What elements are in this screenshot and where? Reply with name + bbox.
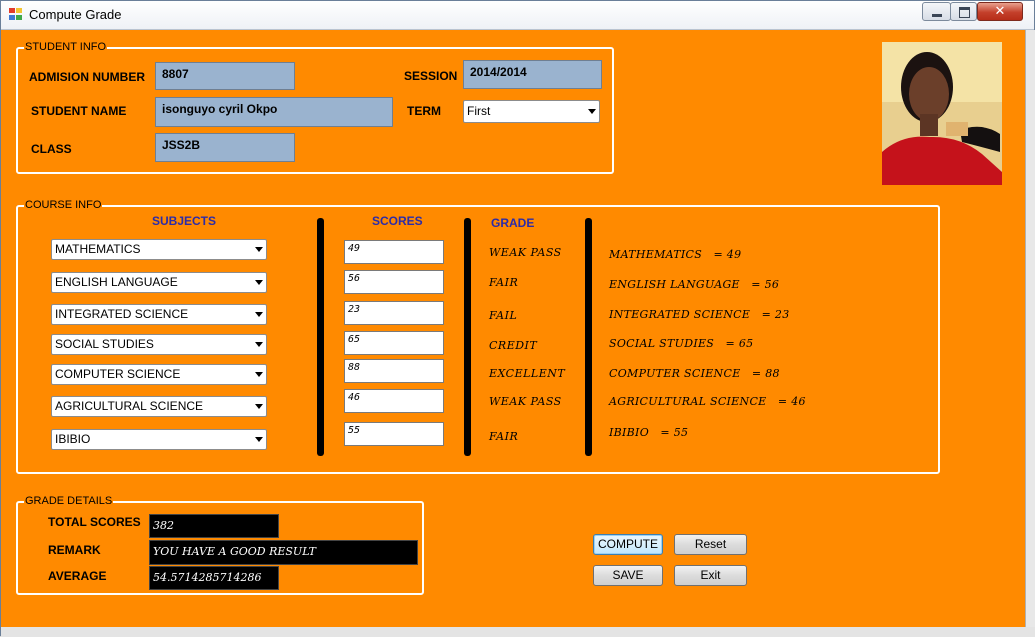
- score-input[interactable]: 46: [344, 389, 444, 413]
- column-divider: [464, 218, 471, 456]
- minimize-icon[interactable]: [922, 2, 951, 21]
- chevron-down-icon: [255, 312, 263, 317]
- chevron-down-icon: [255, 280, 263, 285]
- grade-details-legend: GRADE DETAILS: [25, 495, 113, 507]
- score-input[interactable]: 88: [344, 359, 444, 383]
- subject-selected-value: SOCIAL STUDIES: [55, 337, 154, 351]
- grade-value: FAIL: [489, 309, 518, 322]
- close-icon[interactable]: ✕: [977, 2, 1023, 21]
- student-photo-image: [882, 42, 1002, 185]
- admission-number-label: ADMISION NUMBER: [29, 70, 145, 84]
- class-field[interactable]: JSS2B: [155, 133, 295, 162]
- session-field[interactable]: 2014/2014: [463, 60, 602, 89]
- exit-button[interactable]: Exit: [674, 565, 747, 586]
- student-name-field[interactable]: isonguyo cyril Okpo: [155, 97, 393, 127]
- compute-grade-window: Compute Grade ✕ STUDENT INFO ADMISION NU…: [0, 0, 1035, 637]
- chevron-down-icon: [255, 342, 263, 347]
- session-label: SESSION: [404, 69, 458, 83]
- column-divider: [317, 218, 324, 456]
- scores-header: SCORES: [372, 214, 423, 228]
- score-input[interactable]: 23: [344, 301, 444, 325]
- grade-value: WEAK PASS: [489, 246, 562, 259]
- chevron-down-icon: [255, 437, 263, 442]
- score-summary: COMPUTER SCIENCE = 88: [609, 367, 780, 380]
- score-summary: INTEGRATED SCIENCE = 23: [609, 308, 790, 321]
- average-label: AVERAGE: [48, 569, 107, 583]
- score-summary: AGRICULTURAL SCIENCE = 46: [609, 395, 806, 408]
- score-summary: MATHEMATICS = 49: [609, 248, 742, 261]
- total-scores-field[interactable]: 382: [149, 514, 279, 538]
- chevron-down-icon: [255, 372, 263, 377]
- total-scores-label: TOTAL SCORES: [48, 515, 141, 529]
- grade-value: CREDIT: [489, 339, 538, 352]
- student-photo: [882, 42, 1002, 185]
- subject-selected-value: ENGLISH LANGUAGE: [55, 275, 178, 289]
- subject-selected-value: IBIBIO: [55, 432, 91, 446]
- subject-dropdown[interactable]: INTEGRATED SCIENCE: [51, 304, 267, 325]
- grade-value: FAIR: [489, 430, 519, 443]
- score-input[interactable]: 55: [344, 422, 444, 446]
- grade-value: EXCELLENT: [489, 367, 566, 380]
- term-selected-value: First: [467, 104, 491, 118]
- subject-dropdown[interactable]: SOCIAL STUDIES: [51, 334, 267, 355]
- remark-field[interactable]: YOU HAVE A GOOD RESULT: [149, 540, 418, 565]
- subject-dropdown[interactable]: AGRICULTURAL SCIENCE: [51, 396, 267, 417]
- score-summary: ENGLISH LANGUAGE = 56: [609, 278, 780, 291]
- remark-label: REMARK: [48, 543, 101, 557]
- maximize-icon[interactable]: [950, 2, 977, 21]
- average-field[interactable]: 54.5714285714286: [149, 566, 279, 590]
- subject-dropdown[interactable]: MATHEMATICS: [51, 239, 267, 260]
- background-window-edge: [1025, 30, 1035, 627]
- score-input[interactable]: 56: [344, 270, 444, 294]
- app-icon: [9, 8, 23, 21]
- subject-dropdown[interactable]: IBIBIO: [51, 429, 267, 450]
- compute-button[interactable]: COMPUTE: [593, 534, 663, 555]
- subject-selected-value: AGRICULTURAL SCIENCE: [55, 399, 204, 413]
- save-button[interactable]: SAVE: [593, 565, 663, 586]
- admission-number-field[interactable]: 8807: [155, 62, 295, 90]
- subject-selected-value: COMPUTER SCIENCE: [55, 367, 181, 381]
- grade-value: FAIR: [489, 276, 519, 289]
- column-divider: [585, 218, 592, 456]
- student-name-label: STUDENT NAME: [31, 104, 127, 118]
- chevron-down-icon: [255, 404, 263, 409]
- score-summary: SOCIAL STUDIES = 65: [609, 337, 754, 350]
- term-dropdown[interactable]: First: [463, 100, 600, 123]
- subject-selected-value: INTEGRATED SCIENCE: [55, 307, 189, 321]
- chevron-down-icon: [588, 109, 596, 114]
- subjects-header: SUBJECTS: [152, 214, 217, 228]
- score-input[interactable]: 65: [344, 331, 444, 355]
- student-info-legend: STUDENT INFO: [25, 41, 107, 53]
- course-info-legend: COURSE INFO: [25, 199, 102, 211]
- grade-value: WEAK PASS: [489, 395, 562, 408]
- window-title: Compute Grade: [29, 7, 122, 22]
- subject-dropdown[interactable]: ENGLISH LANGUAGE: [51, 272, 267, 293]
- grade-header: GRADE: [491, 216, 535, 230]
- term-label: TERM: [407, 104, 441, 118]
- class-label: CLASS: [31, 142, 72, 156]
- title-bar: Compute Grade ✕: [1, 1, 1034, 30]
- chevron-down-icon: [255, 247, 263, 252]
- subject-selected-value: MATHEMATICS: [55, 242, 141, 256]
- score-input[interactable]: 49: [344, 240, 444, 264]
- reset-button[interactable]: Reset: [674, 534, 747, 555]
- score-summary: IBIBIO = 55: [609, 426, 689, 439]
- subject-dropdown[interactable]: COMPUTER SCIENCE: [51, 364, 267, 385]
